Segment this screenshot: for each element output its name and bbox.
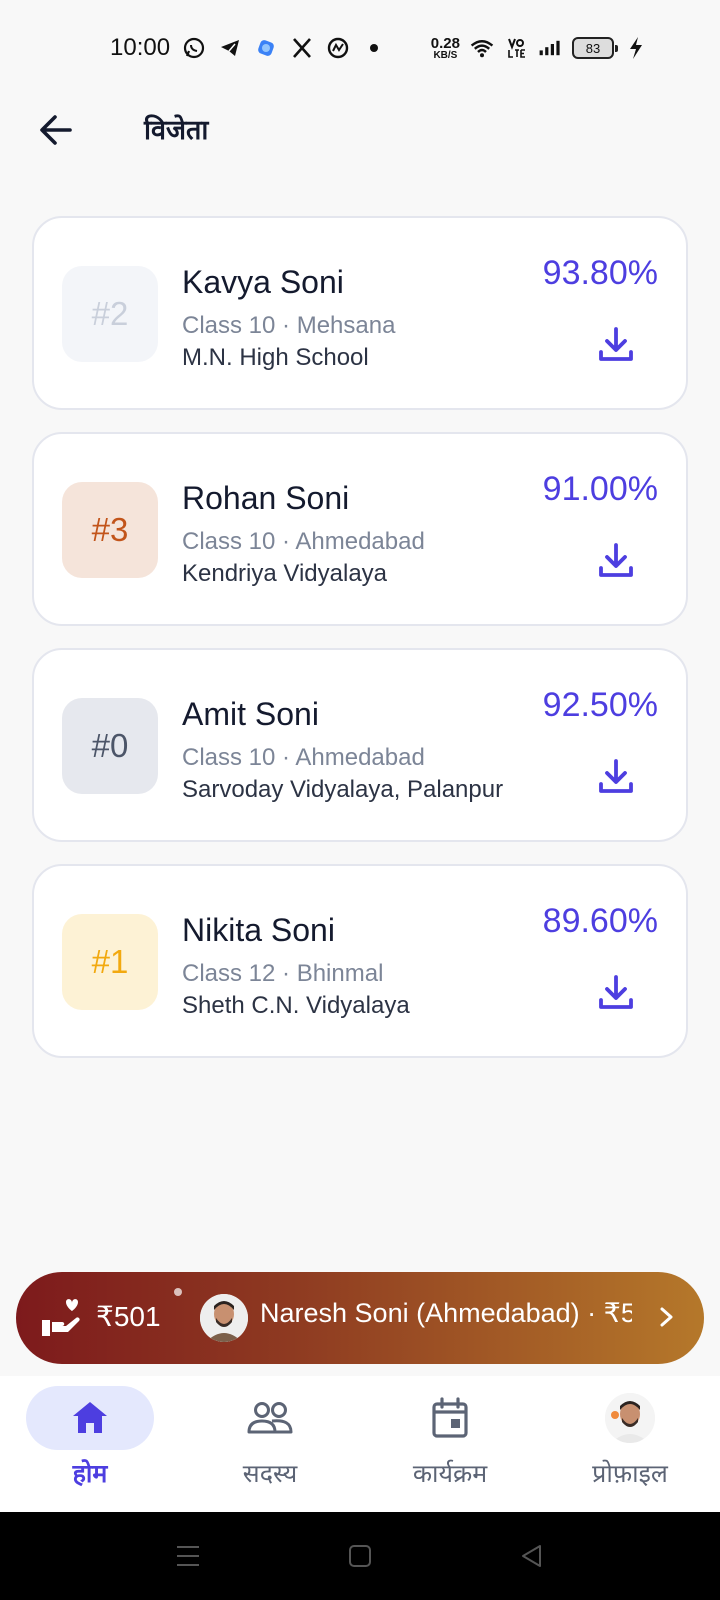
donate-amount: ₹501 — [96, 1301, 161, 1332]
download-button[interactable] — [594, 322, 638, 366]
winner-card[interactable]: #2 Kavya Soni Class 10 · Mehsana M.N. Hi… — [32, 216, 688, 410]
wifi-icon — [470, 36, 494, 60]
winner-card[interactable]: #1 Nikita Soni Class 12 · Bhinmal Sheth … — [32, 864, 688, 1058]
x-icon — [290, 36, 314, 60]
rank-badge: #3 — [62, 482, 158, 578]
chevron-right-icon[interactable] — [650, 1300, 684, 1334]
nav-icon-pill — [26, 1386, 154, 1450]
nav-icon-pill — [386, 1386, 514, 1450]
winner-percent: 91.00% — [542, 470, 658, 508]
download-icon — [599, 327, 633, 361]
winner-percent: 89.60% — [542, 902, 658, 940]
download-icon — [599, 759, 633, 793]
menu-icon[interactable] — [172, 1540, 204, 1572]
home-square-icon[interactable] — [344, 1540, 376, 1572]
nav-label-events: कार्यक्रम — [412, 1459, 488, 1488]
coinmarket-icon — [326, 36, 350, 60]
winner-percent: 93.80% — [542, 254, 658, 292]
rank-badge: #1 — [62, 914, 158, 1010]
winner-card[interactable]: #0 Amit Soni Class 10 · Ahmedabad Sarvod… — [32, 648, 688, 842]
winner-class-city: Class 10 · Mehsana — [182, 312, 396, 339]
page-title: विजेता — [144, 115, 209, 146]
status-time: 10:00 — [110, 34, 171, 61]
status-right: 0.28 KB/S 83 — [431, 36, 648, 61]
status-left: 10:00 — [110, 34, 386, 62]
nav-icon-pill — [206, 1386, 334, 1450]
nav-icon-pill — [566, 1386, 694, 1450]
calendar-icon — [432, 1397, 468, 1438]
download-icon — [599, 543, 633, 577]
winner-school: M.N. High School — [182, 344, 369, 371]
volte-icon — [504, 36, 528, 60]
donate-hand-heart-icon — [40, 1296, 84, 1340]
system-nav-bar — [0, 1512, 720, 1600]
status-bar: 10:00 0.28 KB/S 83 — [0, 0, 720, 96]
download-button[interactable] — [594, 754, 638, 798]
rank-badge: #2 — [62, 266, 158, 362]
back-triangle-icon[interactable] — [516, 1540, 548, 1572]
dot-icon — [362, 36, 386, 60]
winner-class-city: Class 10 · Ahmedabad — [182, 528, 425, 555]
download-button[interactable] — [594, 538, 638, 582]
arrow-left-icon — [40, 115, 72, 145]
rank-badge: #0 — [62, 698, 158, 794]
download-icon — [599, 975, 633, 1009]
nav-label-home: होम — [72, 1459, 108, 1488]
battery-icon: 83 — [572, 37, 618, 59]
net-speed-value: 0.28 — [430, 34, 460, 52]
nav-item-home[interactable]: होम — [0, 1386, 180, 1506]
net-speed-unit: KB/S — [433, 49, 458, 61]
net-speed: 0.28 KB/S — [431, 36, 460, 61]
charging-icon — [624, 36, 648, 60]
whatsapp-icon — [182, 36, 206, 60]
signal-icon — [538, 36, 562, 60]
winner-name: Amit Soni — [182, 696, 319, 732]
donor-avatar — [200, 1294, 248, 1342]
nav-label-members: सदस्य — [242, 1459, 298, 1488]
winner-card[interactable]: #3 Rohan Soni Class 10 · Ahmedabad Kendr… — [32, 432, 688, 626]
winner-class-city: Class 12 · Bhinmal — [182, 960, 384, 987]
winner-name: Kavya Soni — [182, 264, 344, 300]
back-button[interactable] — [34, 108, 78, 152]
carousel-dot — [174, 1288, 182, 1296]
winner-class-city: Class 10 · Ahmedabad — [182, 744, 425, 771]
telegram-icon — [218, 36, 242, 60]
winner-school: Sheth C.N. Vidyalaya — [182, 992, 410, 1019]
app-header: विजेता — [0, 96, 720, 162]
nav-item-events[interactable]: कार्यक्रम — [360, 1386, 540, 1506]
winner-percent: 92.50% — [542, 686, 658, 724]
app-icon — [254, 36, 278, 60]
nav-item-profile[interactable]: प्रोफ़ाइल — [540, 1386, 720, 1506]
donation-banner[interactable]: ₹501 Naresh Soni (Ahmedabad) · ₹50 — [16, 1272, 704, 1364]
bottom-nav: होम सदस्य कार्यक्रम प्रोफ़ाइल — [0, 1376, 720, 1512]
home-icon — [73, 1402, 107, 1433]
winner-school: Kendriya Vidyalaya — [182, 560, 388, 587]
winner-name: Nikita Soni — [182, 912, 335, 948]
donor-text: Naresh Soni (Ahmedabad) · ₹50 — [260, 1298, 632, 1328]
donor-ticker: Naresh Soni (Ahmedabad) · ₹50 — [260, 1298, 632, 1338]
winner-name: Rohan Soni — [182, 480, 350, 516]
nav-item-members[interactable]: सदस्य — [180, 1386, 360, 1506]
download-button[interactable] — [594, 970, 638, 1014]
members-icon — [247, 1402, 293, 1434]
profile-avatar — [605, 1393, 655, 1443]
winner-school: Sarvoday Vidyalaya, Palanpur — [182, 776, 504, 803]
nav-label-profile: प्रोफ़ाइल — [592, 1459, 668, 1488]
